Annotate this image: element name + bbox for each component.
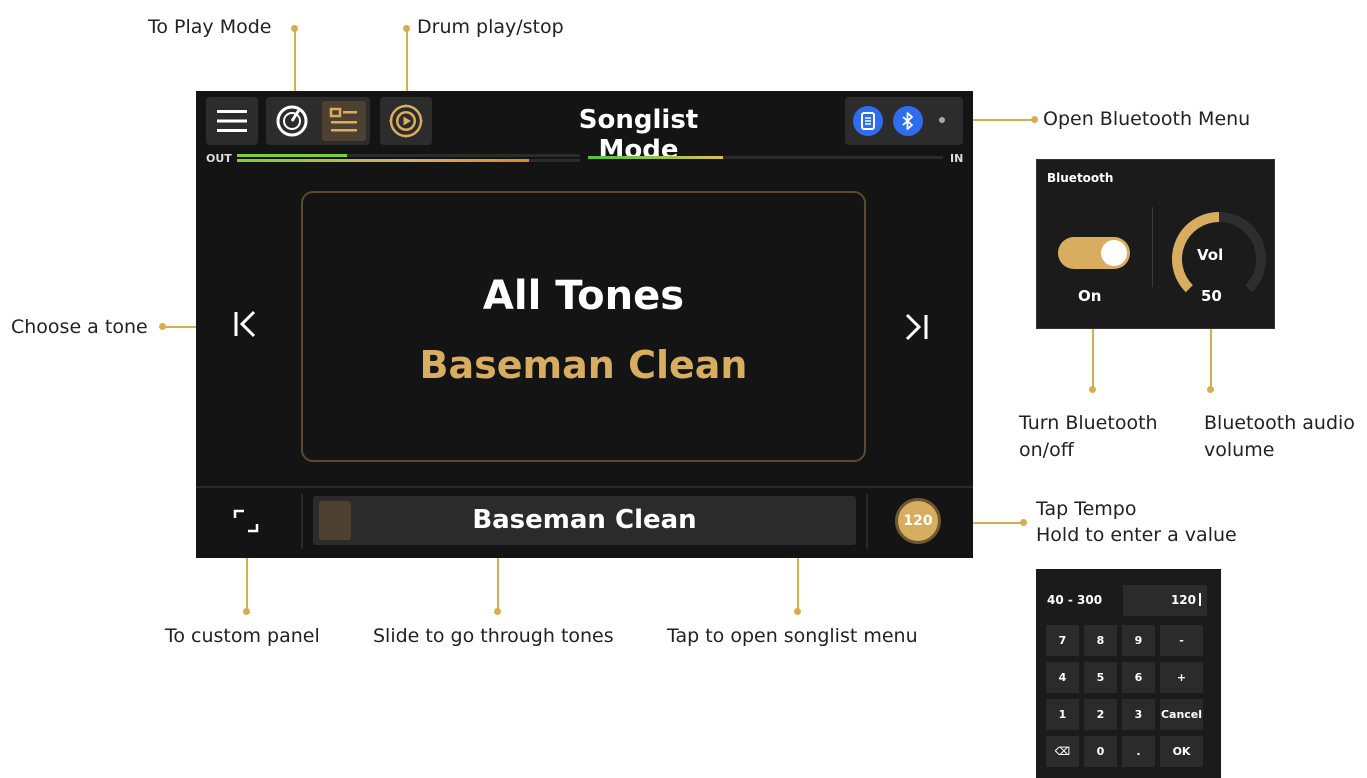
- mode-button-group: [266, 97, 370, 145]
- keypad-key[interactable]: 2: [1084, 699, 1117, 730]
- keypad-key[interactable]: OK: [1160, 736, 1203, 767]
- drum-play-button[interactable]: [380, 97, 432, 145]
- dots-icon: [939, 117, 945, 123]
- keypad-key[interactable]: +: [1160, 662, 1203, 693]
- keypad-key[interactable]: 6: [1122, 662, 1155, 693]
- bottom-separator-left: [301, 494, 303, 549]
- meter-out-track-2: [237, 159, 580, 162]
- keypad-key[interactable]: 1: [1046, 699, 1079, 730]
- annotation-open-bluetooth-menu: Open Bluetooth Menu: [1043, 108, 1251, 130]
- annotation-turn-bluetooth-1: Turn Bluetooth: [1019, 412, 1158, 434]
- bottom-separator-right: [866, 494, 868, 549]
- bluetooth-menu-button[interactable]: [845, 97, 963, 145]
- bluetooth-volume-label: Vol: [1197, 246, 1224, 264]
- text-cursor: [1199, 593, 1201, 606]
- annotation-to-custom-panel: To custom panel: [165, 625, 320, 647]
- bottom-divider: [196, 486, 973, 488]
- menu-button[interactable]: [206, 97, 258, 145]
- dial-icon: [276, 105, 308, 137]
- annotation-tap-songlist: Tap to open songlist menu: [667, 625, 918, 647]
- annotation-tap-tempo-2: Hold to enter a value: [1036, 524, 1237, 546]
- tone-slider-label: Baseman Clean: [472, 505, 697, 535]
- keypad-key[interactable]: ⌫: [1046, 736, 1079, 767]
- keypad-key[interactable]: 9: [1122, 625, 1155, 656]
- custom-panel-button[interactable]: [226, 503, 266, 539]
- next-tone-button[interactable]: [904, 312, 932, 350]
- current-tone-name: Baseman Clean: [419, 343, 748, 387]
- prev-tone-button[interactable]: [230, 309, 258, 347]
- bluetooth-state-label: On: [1078, 287, 1102, 305]
- annotation-bt-audio-1: Bluetooth audio: [1204, 412, 1355, 434]
- bluetooth-icon: [893, 106, 923, 136]
- meter-out-label: OUT: [206, 152, 232, 165]
- tempo-value-input[interactable]: 120: [1123, 585, 1207, 616]
- bluetooth-toggle-knob: [1101, 240, 1127, 266]
- keypad-key[interactable]: Cancel: [1160, 699, 1203, 730]
- annotation-drum-play-stop: Drum play/stop: [417, 16, 564, 38]
- skip-next-icon: [905, 313, 928, 341]
- skip-previous-icon: [234, 310, 256, 338]
- hamburger-menu-icon: [217, 110, 247, 132]
- bluetooth-panel-title: Bluetooth: [1047, 171, 1114, 185]
- meter-in-bar: [588, 156, 723, 159]
- tone-slider[interactable]: Baseman Clean: [313, 496, 856, 545]
- bluetooth-panel-divider: [1152, 207, 1153, 287]
- annotation-slide-tones: Slide to go through tones: [373, 625, 614, 647]
- meter-out-orange-bar: [237, 159, 529, 162]
- tap-tempo-button[interactable]: 120: [895, 498, 941, 544]
- keypad-key[interactable]: 4: [1046, 662, 1079, 693]
- bluetooth-toggle[interactable]: [1058, 237, 1130, 269]
- tone-group-name: All Tones: [482, 273, 685, 319]
- corner-bracket-icon: [233, 509, 259, 533]
- meter-in-label: IN: [950, 152, 964, 165]
- play-mode-button[interactable]: [270, 101, 314, 141]
- drum-play-icon: [389, 104, 423, 138]
- keypad-key[interactable]: 5: [1084, 662, 1117, 693]
- tempo-keypad: 40 - 300 120 7 8 9- 4 5 6 +1 2 3 Cancel ⌫ 0. OK: [1036, 569, 1221, 778]
- keypad-key[interactable]: 7: [1046, 625, 1079, 656]
- meter-out-green-bar: [237, 154, 347, 157]
- keypad-key[interactable]: -: [1160, 625, 1203, 656]
- tempo-range-label: 40 - 300: [1047, 593, 1103, 607]
- meter-in-track: [588, 156, 943, 159]
- tempo-value-text: 120: [1170, 593, 1196, 607]
- bluetooth-panel: Bluetooth On Vol 50: [1036, 159, 1275, 329]
- songlist-mode-button[interactable]: [322, 101, 366, 141]
- keypad-key[interactable]: .: [1122, 736, 1155, 767]
- annotation-to-play-mode: To Play Mode: [148, 16, 272, 38]
- annotation-tap-tempo-1: Tap Tempo: [1036, 498, 1137, 520]
- keypad-key[interactable]: 0: [1084, 736, 1117, 767]
- device-screen: Songlist Mode OUT IN All Tones Baseman C…: [196, 91, 973, 558]
- songlist-icon: [329, 107, 357, 132]
- annotation-bt-audio-2: volume: [1204, 439, 1275, 461]
- songlist-tone-card[interactable]: All Tones Baseman Clean: [301, 191, 866, 462]
- annotation-choose-a-tone: Choose a tone: [11, 316, 148, 338]
- keypad-key[interactable]: 3: [1122, 699, 1155, 730]
- annotation-turn-bluetooth-2: on/off: [1019, 439, 1074, 461]
- bluetooth-volume-value: 50: [1201, 287, 1222, 305]
- keypad-key[interactable]: 8: [1084, 625, 1117, 656]
- device-icon: [853, 106, 883, 136]
- meter-out-track: [237, 154, 580, 157]
